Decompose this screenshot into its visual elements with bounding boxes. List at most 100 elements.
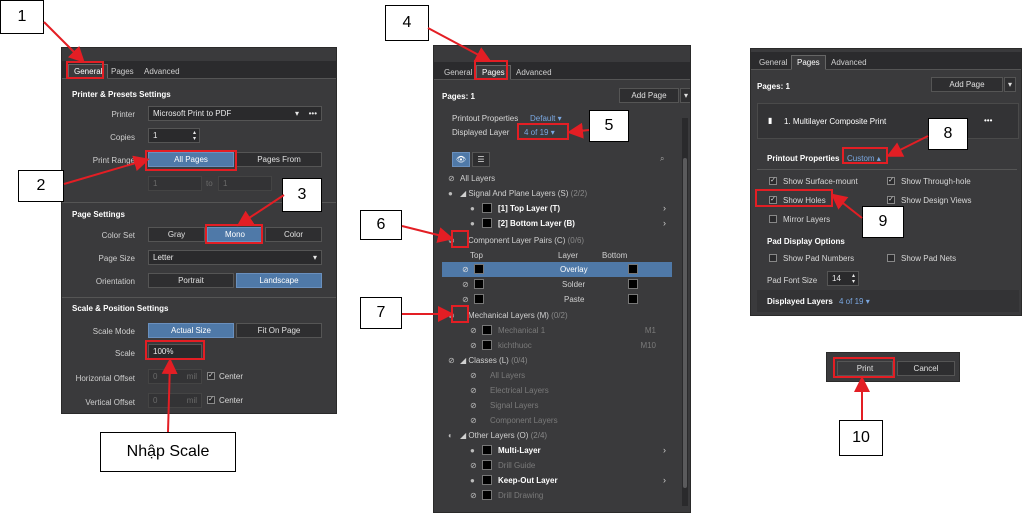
page-size-select[interactable]: Letter ▾ [148,250,322,265]
eye-off-icon: ⊘ [448,174,455,183]
pages-from-button[interactable]: Pages From [236,152,322,167]
h-center-label: Center [219,372,244,381]
layer-row[interactable]: ● [1] Top Layer (T) › [442,201,672,216]
show-design-checkbox[interactable]: ✓ [887,196,895,204]
callout-3: 3 [282,178,322,212]
layer-row[interactable]: ⊘ ◢ Classes (L) (0/4) [442,353,672,368]
add-page-button[interactable]: Add Page [931,77,1003,92]
mirror-checkbox[interactable] [769,215,777,223]
printout-default-link[interactable]: Default ▾ [530,114,562,123]
printer-value: Microsoft Print to PDF [153,109,232,118]
layer-row[interactable]: ⊘ Paste [442,292,672,307]
add-page-button[interactable]: Add Page [619,88,679,103]
page-item[interactable]: ▮ 1. Multilayer Composite Print ••• [757,103,1019,139]
highlight-mechanical [451,305,469,323]
highlight-pages-tab [474,60,508,80]
pad-font-stepper[interactable]: 14 ▴ ▾ [827,271,859,286]
layer-row[interactable]: ● ◢ Signal And Plane Layers (S) (2/2) [442,186,672,201]
list-toggle-button[interactable]: ☰ [472,152,490,167]
tab-general[interactable]: General [753,55,793,70]
pad-nets-checkbox[interactable] [887,254,895,262]
layer-row[interactable]: ◐ ◢ Other Layers (O) (2/4) [442,428,672,443]
layer-row[interactable]: ⊘ kichthuoc M10 [442,338,672,353]
layer-row[interactable]: ⊘ Overlay [442,262,672,277]
copies-stepper[interactable]: 1 ▴ ▾ [148,128,200,143]
pad-nets-label: Show Pad Nets [901,254,957,263]
vertical-offset-input[interactable]: 0 mil [148,393,202,408]
pages-count: Pages: 1 [442,92,475,101]
tab-general[interactable]: General [438,65,478,80]
highlight-scale [145,340,205,360]
layer-row[interactable]: ⊘ Drill Guide [442,458,672,473]
highlight-mono [205,224,263,244]
cancel-button[interactable]: Cancel [897,361,955,376]
pages-count: Pages: 1 [757,82,790,91]
vertical-offset-label: Vertical Offset [85,398,135,407]
horizontal-offset-label: Horizontal Offset [75,374,135,383]
tab-pages[interactable]: Pages [791,55,826,70]
gray-button[interactable]: Gray [148,227,205,242]
layer-row[interactable]: ● [2] Bottom Layer (B) › [442,216,672,231]
more-icon[interactable]: ••• [309,107,317,120]
pad-numbers-checkbox[interactable] [769,254,777,262]
eye-icon: ● [470,204,475,213]
callout-9: 9 [862,206,904,238]
layer-row[interactable]: ⊘ All Layers [442,171,672,186]
add-page-dropdown[interactable]: ▾ [1004,77,1016,92]
layer-row[interactable]: ● Multi-Layer › [442,443,672,458]
show-through-checkbox[interactable]: ✓ [887,177,895,185]
show-design-label: Show Design Views [901,196,972,205]
eye-off-icon: ⊘ [462,280,469,289]
tab-advanced[interactable]: Advanced [138,64,186,79]
h-center-checkbox[interactable]: ✓ [207,372,215,380]
chevron-right-icon: › [663,445,666,455]
landscape-button[interactable]: Landscape [236,273,322,288]
layer-row[interactable]: ⊘ Solder [442,277,672,292]
callout-5: 5 [589,110,629,142]
to-field[interactable]: 1 [218,176,272,191]
eye-toggle-button[interactable]: 👁 [452,152,470,167]
chevron-down-icon: ▾ [312,253,317,262]
tab-pages[interactable]: Pages [105,64,140,79]
layer-row[interactable]: ⊘ All Layers [442,368,672,383]
print-range-label: Print Range [92,156,135,165]
search-icon[interactable]: ⌕ [660,154,664,164]
tab-advanced[interactable]: Advanced [825,55,873,70]
tab-advanced[interactable]: Advanced [510,65,558,80]
callout-4: 4 [385,5,429,41]
v-center-checkbox[interactable]: ✓ [207,396,215,404]
layer-row[interactable]: ⊘ Mechanical 1 M1 [442,323,672,338]
show-surface-checkbox[interactable]: ✓ [769,177,777,185]
printer-select[interactable]: Microsoft Print to PDF ▾ ••• [148,106,322,121]
fit-on-page-button[interactable]: Fit On Page [236,323,322,338]
from-field[interactable]: 1 [148,176,202,191]
stepper-icon[interactable]: ▴ ▾ [193,130,196,142]
color-button[interactable]: Color [265,227,322,242]
scrollbar[interactable] [682,118,688,506]
tab-bar: General Pages Advanced [751,52,1021,70]
layer-count-link[interactable]: 4 of 19 ▾ [839,297,870,306]
chevron-right-icon: › [663,475,666,485]
layer-row[interactable]: ⊘ Mechanical Layers (M) (0/2) [442,308,672,323]
layer-row[interactable]: ⊘ Drill Drawing [442,488,672,503]
page-section-title: Page Settings [72,210,125,219]
show-through-label: Show Through-hole [901,177,971,186]
page-item-title: 1. Multilayer Composite Print [784,117,887,126]
callout-scale-note: Nhập Scale [100,432,236,472]
layer-row[interactable]: ⊘ Electrical Layers [442,383,672,398]
actual-size-button[interactable]: Actual Size [148,323,234,338]
more-icon[interactable]: ••• [984,116,992,125]
color-swatch [482,203,492,213]
layer-row[interactable]: ⊘ Component Layer Pairs (C) (0/6) [442,233,672,248]
color-set-label: Color Set [101,231,135,240]
layer-row[interactable]: ● Keep-Out Layer › [442,473,672,488]
portrait-button[interactable]: Portrait [148,273,234,288]
add-page-dropdown[interactable]: ▾ [680,88,690,103]
layer-row[interactable]: ⊘ Signal Layers [442,398,672,413]
layer-row[interactable]: ⊘ Component Layers [442,413,672,428]
horizontal-offset-input[interactable]: 0 mil [148,369,202,384]
highlight-general-tab [66,61,104,79]
show-surface-label: Show Surface-mount [783,177,858,186]
printer-section-title: Printer & Presets Settings [72,90,171,99]
divider [62,297,336,298]
